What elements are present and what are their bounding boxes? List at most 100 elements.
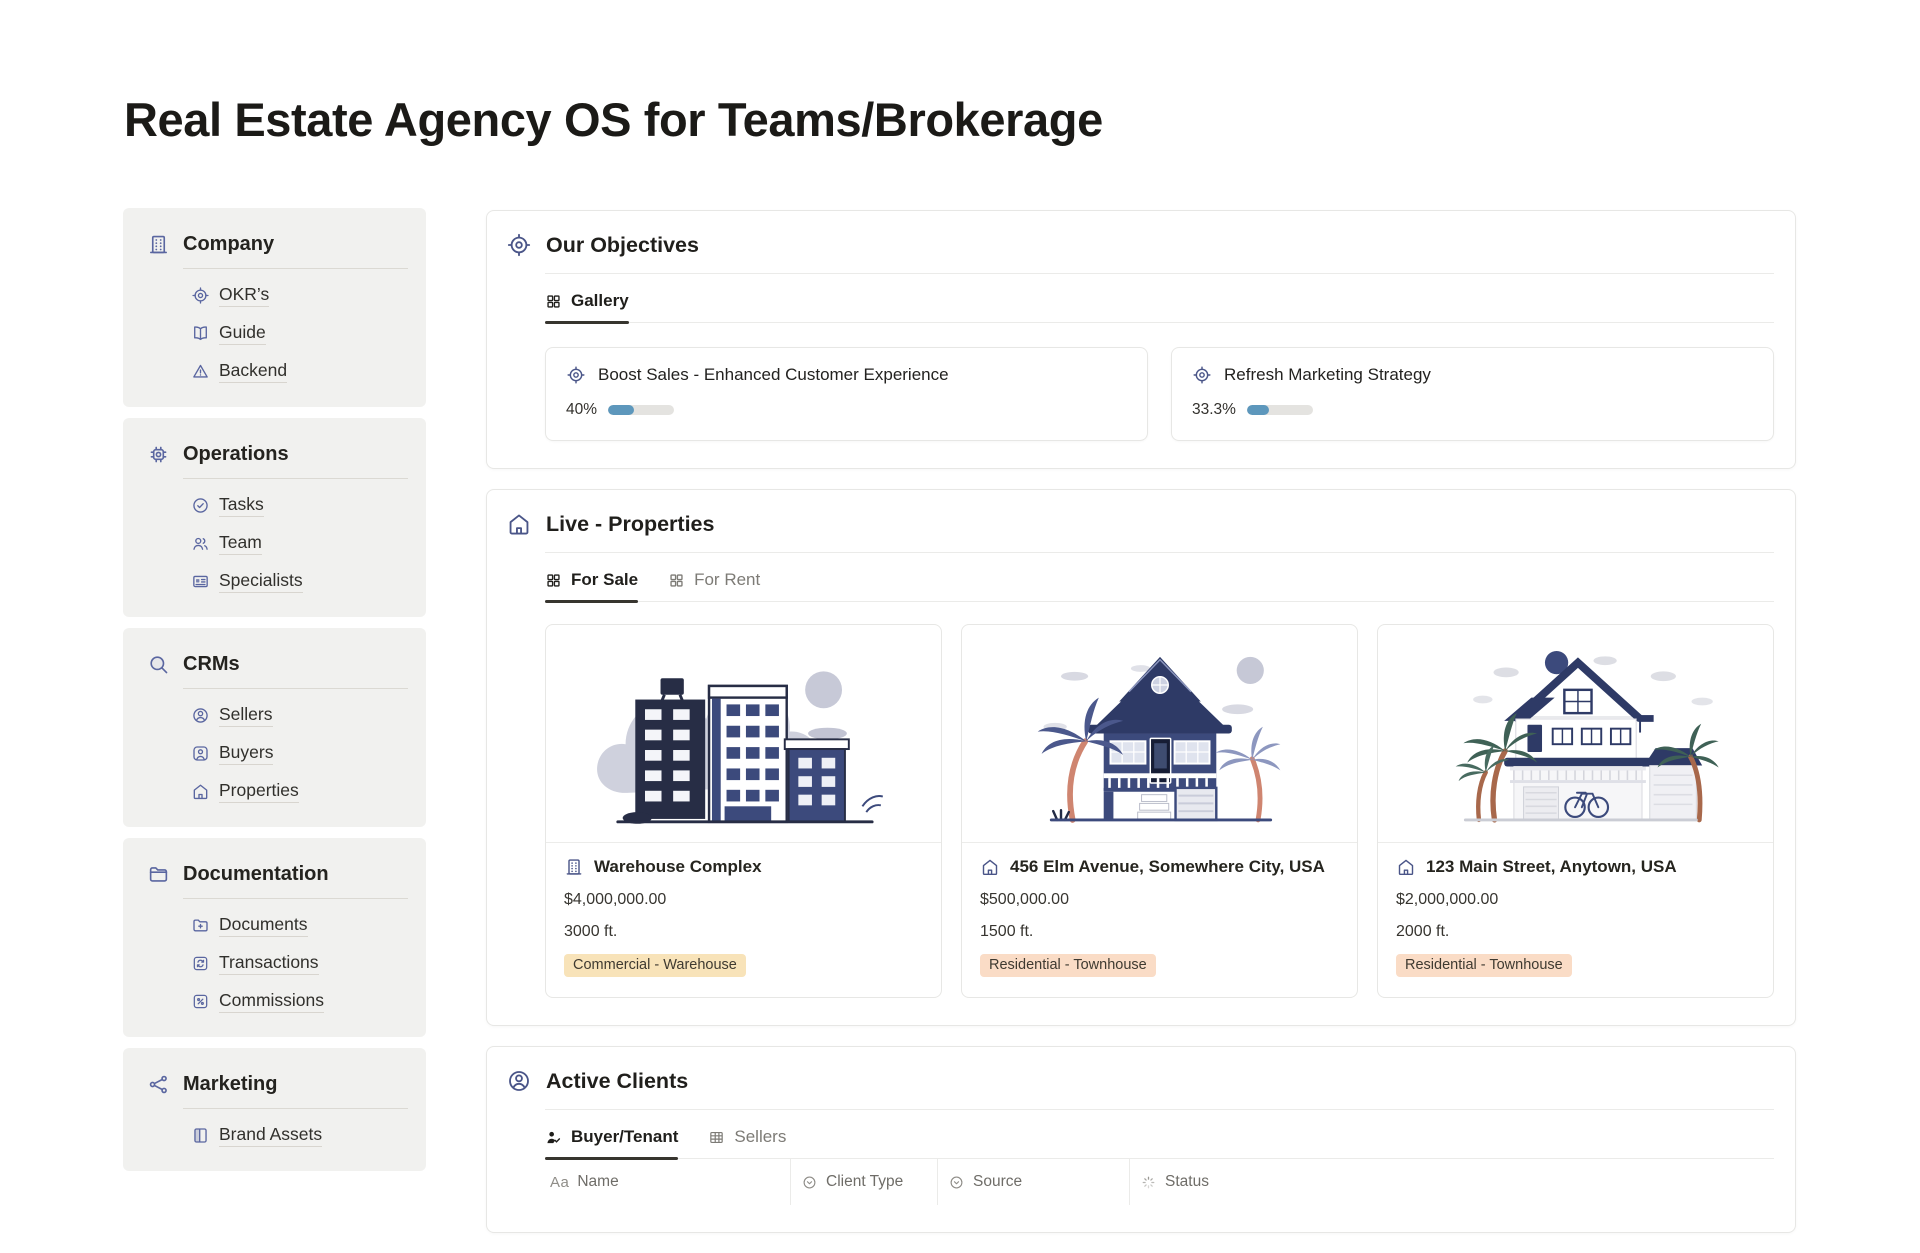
sidebar-section-documentation: Documentation Documents Transactions Com… xyxy=(123,838,426,1037)
clients-table-header: Aa Name Client Type Source Status xyxy=(545,1159,1774,1205)
column-header-source[interactable]: Source xyxy=(937,1159,1129,1205)
white-beach-house-illustration xyxy=(1378,625,1773,843)
sidebar-item-label: Buyers xyxy=(219,742,273,765)
sidebar: Company OKR’s Guide Backend Operations xyxy=(123,208,426,1182)
user-circle-icon xyxy=(506,1068,532,1094)
column-label: Name xyxy=(577,1173,618,1191)
sidebar-section-title: Documentation xyxy=(183,863,329,886)
tab-gallery[interactable]: Gallery xyxy=(545,291,629,322)
property-cards-row: Warehouse Complex $4,000,000.00 3000 ft.… xyxy=(545,624,1774,998)
navy-beach-house-illustration xyxy=(962,625,1357,843)
objective-card-boost-sales[interactable]: Boost Sales - Enhanced Customer Experien… xyxy=(545,347,1148,441)
sidebar-item-okrs[interactable]: OKR’s xyxy=(191,284,408,307)
building-icon xyxy=(147,233,170,256)
progress-fill xyxy=(608,405,634,415)
property-card-body: 123 Main Street, Anytown, USA $2,000,000… xyxy=(1378,843,1773,997)
divider xyxy=(183,898,408,899)
sidebar-section-title: CRMs xyxy=(183,653,240,676)
sidebar-item-label: OKR’s xyxy=(219,284,269,307)
clients-tabs: Buyer/Tenant Sellers xyxy=(545,1110,1774,1159)
sidebar-item-documents[interactable]: Documents xyxy=(191,914,408,937)
property-size: 2000 ft. xyxy=(1396,923,1755,941)
target-icon xyxy=(566,365,586,385)
column-label: Status xyxy=(1165,1173,1209,1191)
sidebar-item-buyers[interactable]: Buyers xyxy=(191,742,408,765)
select-icon xyxy=(948,1174,965,1191)
our-objectives-header: Our Objectives xyxy=(506,232,1774,258)
target-icon xyxy=(191,286,210,305)
tab-label: Sellers xyxy=(734,1127,786,1147)
property-name: Warehouse Complex xyxy=(594,857,762,877)
property-size: 1500 ft. xyxy=(980,923,1339,941)
progress-bar xyxy=(608,405,674,415)
sidebar-item-commissions[interactable]: Commissions xyxy=(191,990,408,1013)
section-title: Our Objectives xyxy=(546,233,699,258)
sidebar-item-team[interactable]: Team xyxy=(191,532,408,555)
target-icon xyxy=(506,232,532,258)
sidebar-item-specialists[interactable]: Specialists xyxy=(191,570,408,593)
active-clients-card: Active Clients Buyer/Tenant Sellers Aa N… xyxy=(486,1046,1796,1233)
divider xyxy=(183,478,408,479)
main-content: Our Objectives Gallery Boost Sales - Enh… xyxy=(486,210,1796,1253)
sidebar-item-guide[interactable]: Guide xyxy=(191,322,408,345)
tab-label: For Rent xyxy=(694,570,760,590)
text-field-icon: Aa xyxy=(550,1174,569,1191)
sidebar-item-label: Sellers xyxy=(219,704,273,727)
property-card-elm-avenue[interactable]: 456 Elm Avenue, Somewhere City, USA $500… xyxy=(961,624,1358,998)
column-label: Client Type xyxy=(826,1173,903,1191)
tab-label: Gallery xyxy=(571,291,629,311)
book-icon xyxy=(191,1126,210,1145)
objective-cards-row: Boost Sales - Enhanced Customer Experien… xyxy=(545,347,1774,441)
sidebar-item-brand-assets[interactable]: Brand Assets xyxy=(191,1124,408,1147)
sidebar-item-backend[interactable]: Backend xyxy=(191,360,408,383)
tab-for-sale[interactable]: For Sale xyxy=(545,570,638,601)
share-icon xyxy=(147,1073,170,1096)
users-icon xyxy=(191,534,210,553)
person-check-icon xyxy=(545,1129,562,1146)
objective-title: Boost Sales - Enhanced Customer Experien… xyxy=(598,365,949,385)
sidebar-item-label: Guide xyxy=(219,322,266,345)
select-icon xyxy=(801,1174,818,1191)
column-header-name[interactable]: Aa Name xyxy=(545,1159,790,1205)
sidebar-item-label: Transactions xyxy=(219,952,319,975)
property-name: 123 Main Street, Anytown, USA xyxy=(1426,857,1677,877)
grid-icon xyxy=(545,293,562,310)
sidebar-item-properties[interactable]: Properties xyxy=(191,780,408,803)
property-size: 3000 ft. xyxy=(564,923,923,941)
properties-tabs: For Sale For Rent xyxy=(545,553,1774,602)
tab-sellers[interactable]: Sellers xyxy=(708,1127,786,1158)
check-circle-icon xyxy=(191,496,210,515)
tab-for-rent[interactable]: For Rent xyxy=(668,570,760,601)
sidebar-section-operations: Operations Tasks Team Specialists xyxy=(123,418,426,617)
sidebar-item-label: Backend xyxy=(219,360,287,383)
our-objectives-card: Our Objectives Gallery Boost Sales - Enh… xyxy=(486,210,1796,469)
property-price: $500,000.00 xyxy=(980,891,1339,909)
live-properties-card: Live - Properties For Sale For Rent xyxy=(486,489,1796,1026)
table-icon xyxy=(708,1129,725,1146)
property-tag: Residential - Townhouse xyxy=(980,954,1156,977)
grid-icon xyxy=(668,572,685,589)
column-header-client-type[interactable]: Client Type xyxy=(790,1159,937,1205)
sidebar-section-title: Marketing xyxy=(183,1073,277,1096)
progress-row: 40% xyxy=(566,401,1127,419)
property-card-warehouse[interactable]: Warehouse Complex $4,000,000.00 3000 ft.… xyxy=(545,624,942,998)
sidebar-section-company-header: Company xyxy=(147,233,408,256)
sidebar-item-label: Tasks xyxy=(219,494,264,517)
chip-icon xyxy=(147,443,170,466)
tab-buyer-tenant[interactable]: Buyer/Tenant xyxy=(545,1127,678,1158)
sidebar-item-transactions[interactable]: Transactions xyxy=(191,952,408,975)
sidebar-item-sellers[interactable]: Sellers xyxy=(191,704,408,727)
sidebar-section-marketing-header: Marketing xyxy=(147,1073,408,1096)
objective-card-refresh-marketing[interactable]: Refresh Marketing Strategy 33.3% xyxy=(1171,347,1774,441)
column-header-status[interactable]: Status xyxy=(1129,1159,1774,1205)
objectives-tabs: Gallery xyxy=(545,274,1774,323)
sidebar-section-title: Company xyxy=(183,233,274,256)
sidebar-item-tasks[interactable]: Tasks xyxy=(191,494,408,517)
home-icon xyxy=(980,857,1000,877)
progress-bar xyxy=(1247,405,1313,415)
property-card-main-street[interactable]: 123 Main Street, Anytown, USA $2,000,000… xyxy=(1377,624,1774,998)
folder-icon xyxy=(147,863,170,886)
grid-icon xyxy=(545,572,562,589)
id-card-icon xyxy=(191,572,210,591)
live-properties-header: Live - Properties xyxy=(506,511,1774,537)
